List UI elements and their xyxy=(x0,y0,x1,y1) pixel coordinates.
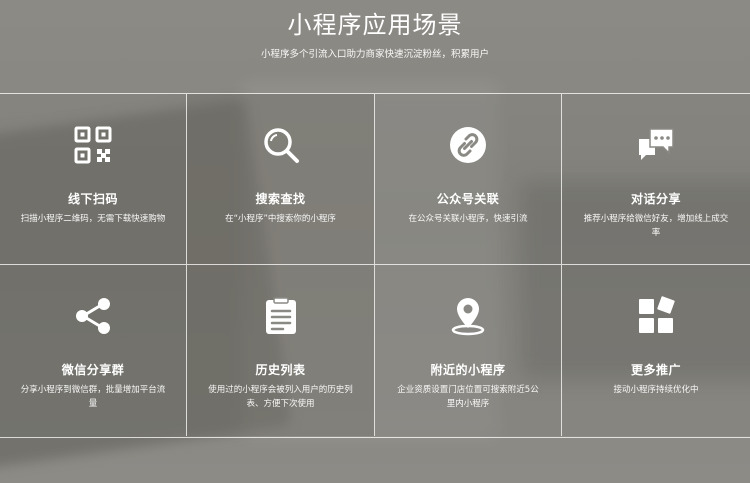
page-title: 小程序应用场景 xyxy=(287,11,463,39)
card-title: 搜索查找 xyxy=(255,192,306,206)
link-icon xyxy=(448,125,488,165)
card-title: 微信分享群 xyxy=(61,363,125,377)
card-title: 对话分享 xyxy=(630,192,681,206)
scenario-card-more-promotion[interactable]: 更多推广 接动小程序持续优化中 xyxy=(562,265,750,436)
card-description: 接动小程序持续优化中 xyxy=(613,385,699,395)
scenario-card-nearby[interactable]: 附近的小程序 企业资质设置门店位置可搜索附近5公里内小程序 xyxy=(375,265,562,436)
card-description: 使用过的小程序会被列入用户的历史列表、方便下次使用 xyxy=(208,385,353,409)
blocks-icon xyxy=(636,296,676,336)
scenario-card-history-list[interactable]: 历史列表 使用过的小程序会被列入用户的历史列表、方便下次使用 xyxy=(187,265,375,436)
location-pin-icon xyxy=(448,296,488,336)
page-subtitle: 小程序多个引流入口助力商家快速沉淀粉丝，积累用户 xyxy=(260,49,489,60)
scenario-card-search[interactable]: 搜索查找 在“小程序”中搜索你的小程序 xyxy=(187,94,375,265)
card-description: 扫描小程序二维码，无需下载快速购物 xyxy=(20,214,166,224)
scenario-card-offline-scan[interactable]: 线下扫码 扫描小程序二维码，无需下载快速购物 xyxy=(0,94,187,265)
card-title: 附近的小程序 xyxy=(430,363,506,377)
share-icon xyxy=(73,296,113,336)
qr-code-icon xyxy=(73,125,113,165)
card-description: 在公众号关联小程序，快速引流 xyxy=(408,214,528,224)
card-description: 推荐小程序给微信好友，增加线上成交率 xyxy=(583,214,729,238)
scenario-card-official-account[interactable]: 公众号关联 在公众号关联小程序，快速引流 xyxy=(375,94,562,265)
clipboard-list-icon xyxy=(261,296,301,336)
search-icon xyxy=(261,125,301,165)
scenario-card-chat-share[interactable]: 对话分享 推荐小程序给微信好友，增加线上成交率 xyxy=(562,94,750,265)
card-description: 在“小程序”中搜索你的小程序 xyxy=(225,214,336,224)
scenario-card-group-share[interactable]: 微信分享群 分享小程序到微信群，批量增加平台流量 xyxy=(0,265,187,436)
scenarios-section: 小程序应用场景 小程序多个引流入口助力商家快速沉淀粉丝，积累用户 线下扫码 扫描… xyxy=(0,0,750,483)
scenario-grid: 线下扫码 扫描小程序二维码，无需下载快速购物 搜索查找 在“小程序”中搜索你的小… xyxy=(0,93,750,438)
card-title: 历史列表 xyxy=(255,363,306,377)
card-description: 企业资质设置门店位置可搜索附近5公里内小程序 xyxy=(397,385,539,409)
card-title: 公众号关联 xyxy=(436,192,500,206)
section-header: 小程序应用场景 小程序多个引流入口助力商家快速沉淀粉丝，积累用户 xyxy=(0,10,750,60)
card-title: 更多推广 xyxy=(630,363,681,377)
chat-icon xyxy=(636,125,676,165)
card-title: 线下扫码 xyxy=(67,192,118,206)
card-description: 分享小程序到微信群，批量增加平台流量 xyxy=(20,385,166,409)
